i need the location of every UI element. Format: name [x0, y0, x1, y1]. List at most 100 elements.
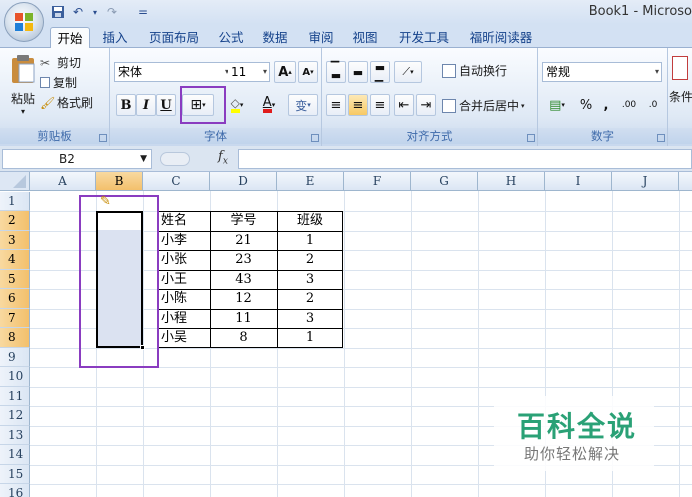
tab-formulas[interactable]: 公式: [212, 27, 250, 48]
merge-center-button[interactable]: 合并后居中 ▾: [442, 97, 525, 114]
font-color-button[interactable]: A ▾: [254, 94, 284, 116]
bottom-align-button[interactable]: ▬ ▁: [370, 61, 390, 83]
column-header-j[interactable]: J: [612, 172, 679, 191]
row-header-15[interactable]: 15: [0, 464, 30, 484]
row-header-2[interactable]: 2: [0, 211, 30, 231]
wrap-text-button[interactable]: 自动换行: [442, 62, 507, 79]
align-center-button[interactable]: ≡: [348, 94, 368, 116]
table-cell[interactable]: 12: [210, 289, 277, 309]
column-header-f[interactable]: F: [344, 172, 411, 191]
copy-button[interactable]: 复制: [40, 74, 77, 91]
increase-decimal-button[interactable]: .00: [618, 94, 640, 116]
column-header-a[interactable]: A: [30, 172, 96, 191]
row-header-14[interactable]: 14: [0, 445, 30, 465]
column-header-c[interactable]: C: [143, 172, 210, 191]
row-header-16[interactable]: 16: [0, 484, 30, 497]
row-header-11[interactable]: 11: [0, 386, 30, 406]
top-align-button[interactable]: ▔ ▬: [326, 61, 346, 83]
increase-indent-button[interactable]: ⇥: [416, 94, 436, 116]
row-header-4[interactable]: 4: [0, 250, 30, 270]
table-cell[interactable]: 1: [277, 328, 343, 348]
row-header-7[interactable]: 7: [0, 308, 30, 328]
fill-color-button[interactable]: ◇ ▾: [222, 94, 252, 116]
insert-function-button[interactable]: fx: [218, 149, 228, 167]
row-header-5[interactable]: 5: [0, 269, 30, 289]
percent-button[interactable]: %: [576, 94, 596, 116]
row-header-3[interactable]: 3: [0, 230, 30, 250]
table-cell[interactable]: 8: [210, 328, 277, 348]
tab-page-layout[interactable]: 页面布局: [142, 27, 206, 48]
number-launcher-icon[interactable]: [657, 134, 665, 142]
redo-icon[interactable]: ↷: [104, 4, 120, 20]
align-left-button[interactable]: ≡: [326, 94, 346, 116]
comma-style-button[interactable]: ,: [596, 94, 616, 116]
tab-insert[interactable]: 插入: [96, 27, 134, 48]
name-box[interactable]: B2 ▼: [2, 149, 152, 169]
undo-dropdown-icon[interactable]: ▾: [90, 4, 100, 20]
paste-button[interactable]: 粘贴 ▾: [6, 54, 40, 118]
tab-view[interactable]: 视图: [346, 27, 384, 48]
formula-bar-divider-handle[interactable]: [160, 152, 190, 166]
table-cell[interactable]: 1: [277, 231, 343, 251]
shrink-font-button[interactable]: A ▾: [298, 61, 318, 83]
table-cell[interactable]: 小李: [158, 231, 210, 251]
table-cell[interactable]: 小王: [158, 270, 210, 290]
row-header-10[interactable]: 10: [0, 367, 30, 387]
font-launcher-icon[interactable]: [311, 134, 319, 142]
select-all-corner[interactable]: [0, 172, 30, 191]
orientation-button[interactable]: ⟋ ▾: [394, 61, 422, 83]
tab-data[interactable]: 数据: [256, 27, 294, 48]
underline-button[interactable]: U: [156, 94, 176, 116]
column-header-h[interactable]: H: [478, 172, 545, 191]
cut-button[interactable]: ✂ 剪切: [40, 54, 81, 71]
column-header-b[interactable]: B: [96, 172, 143, 191]
decrease-decimal-button[interactable]: .0: [642, 94, 664, 116]
row-header-6[interactable]: 6: [0, 289, 30, 309]
italic-button[interactable]: I: [136, 94, 156, 116]
row-header-9[interactable]: 9: [0, 347, 30, 367]
table-cell[interactable]: 小吴: [158, 328, 210, 348]
bold-button[interactable]: B: [116, 94, 136, 116]
table-cell[interactable]: 23: [210, 250, 277, 270]
table-cell[interactable]: 小陈: [158, 289, 210, 309]
table-header-name[interactable]: 姓名: [158, 211, 210, 231]
number-format-combo[interactable]: 常规 ▾: [542, 62, 662, 82]
tab-home[interactable]: 开始: [50, 27, 90, 48]
middle-align-button[interactable]: ▬: [348, 61, 368, 83]
format-painter-button[interactable]: 🖌 格式刷: [40, 94, 93, 111]
table-cell[interactable]: 3: [277, 309, 343, 329]
align-right-button[interactable]: ≡: [370, 94, 390, 116]
alignment-launcher-icon[interactable]: [527, 134, 535, 142]
tab-developer[interactable]: 开发工具: [392, 27, 456, 48]
table-cell[interactable]: 3: [277, 270, 343, 290]
table-header-class[interactable]: 班级: [277, 211, 343, 231]
office-button[interactable]: [4, 2, 44, 42]
table-cell[interactable]: 11: [210, 309, 277, 329]
grow-font-button[interactable]: A ▴: [274, 61, 296, 83]
table-header-id[interactable]: 学号: [210, 211, 277, 231]
column-header-i[interactable]: I: [545, 172, 612, 191]
column-header-g[interactable]: G: [411, 172, 478, 191]
row-header-1[interactable]: 1: [0, 191, 30, 211]
column-header-d[interactable]: D: [210, 172, 277, 191]
tab-review[interactable]: 审阅: [302, 27, 340, 48]
accounting-format-button[interactable]: ▤ ▾: [542, 94, 572, 116]
phonetic-button[interactable]: 变 ▾: [288, 94, 318, 116]
clipboard-launcher-icon[interactable]: [99, 134, 107, 142]
decrease-indent-button[interactable]: ⇤: [394, 94, 414, 116]
row-header-13[interactable]: 13: [0, 425, 30, 445]
row-header-12[interactable]: 12: [0, 406, 30, 426]
conditional-format-button[interactable]: 条件: [669, 88, 692, 105]
column-header-e[interactable]: E: [277, 172, 344, 191]
save-icon[interactable]: [50, 4, 66, 20]
customize-toolbar-icon[interactable]: =: [138, 4, 148, 20]
table-cell[interactable]: 43: [210, 270, 277, 290]
table-cell[interactable]: 21: [210, 231, 277, 251]
font-name-combo[interactable]: 宋体 ▾: [114, 62, 232, 82]
table-cell[interactable]: 2: [277, 289, 343, 309]
row-header-8[interactable]: 8: [0, 328, 30, 348]
table-cell[interactable]: 小程: [158, 309, 210, 329]
table-cell[interactable]: 2: [277, 250, 343, 270]
font-size-combo[interactable]: 11 ▾: [228, 62, 270, 82]
tab-foxit-reader[interactable]: 福昕阅读器: [462, 27, 540, 48]
